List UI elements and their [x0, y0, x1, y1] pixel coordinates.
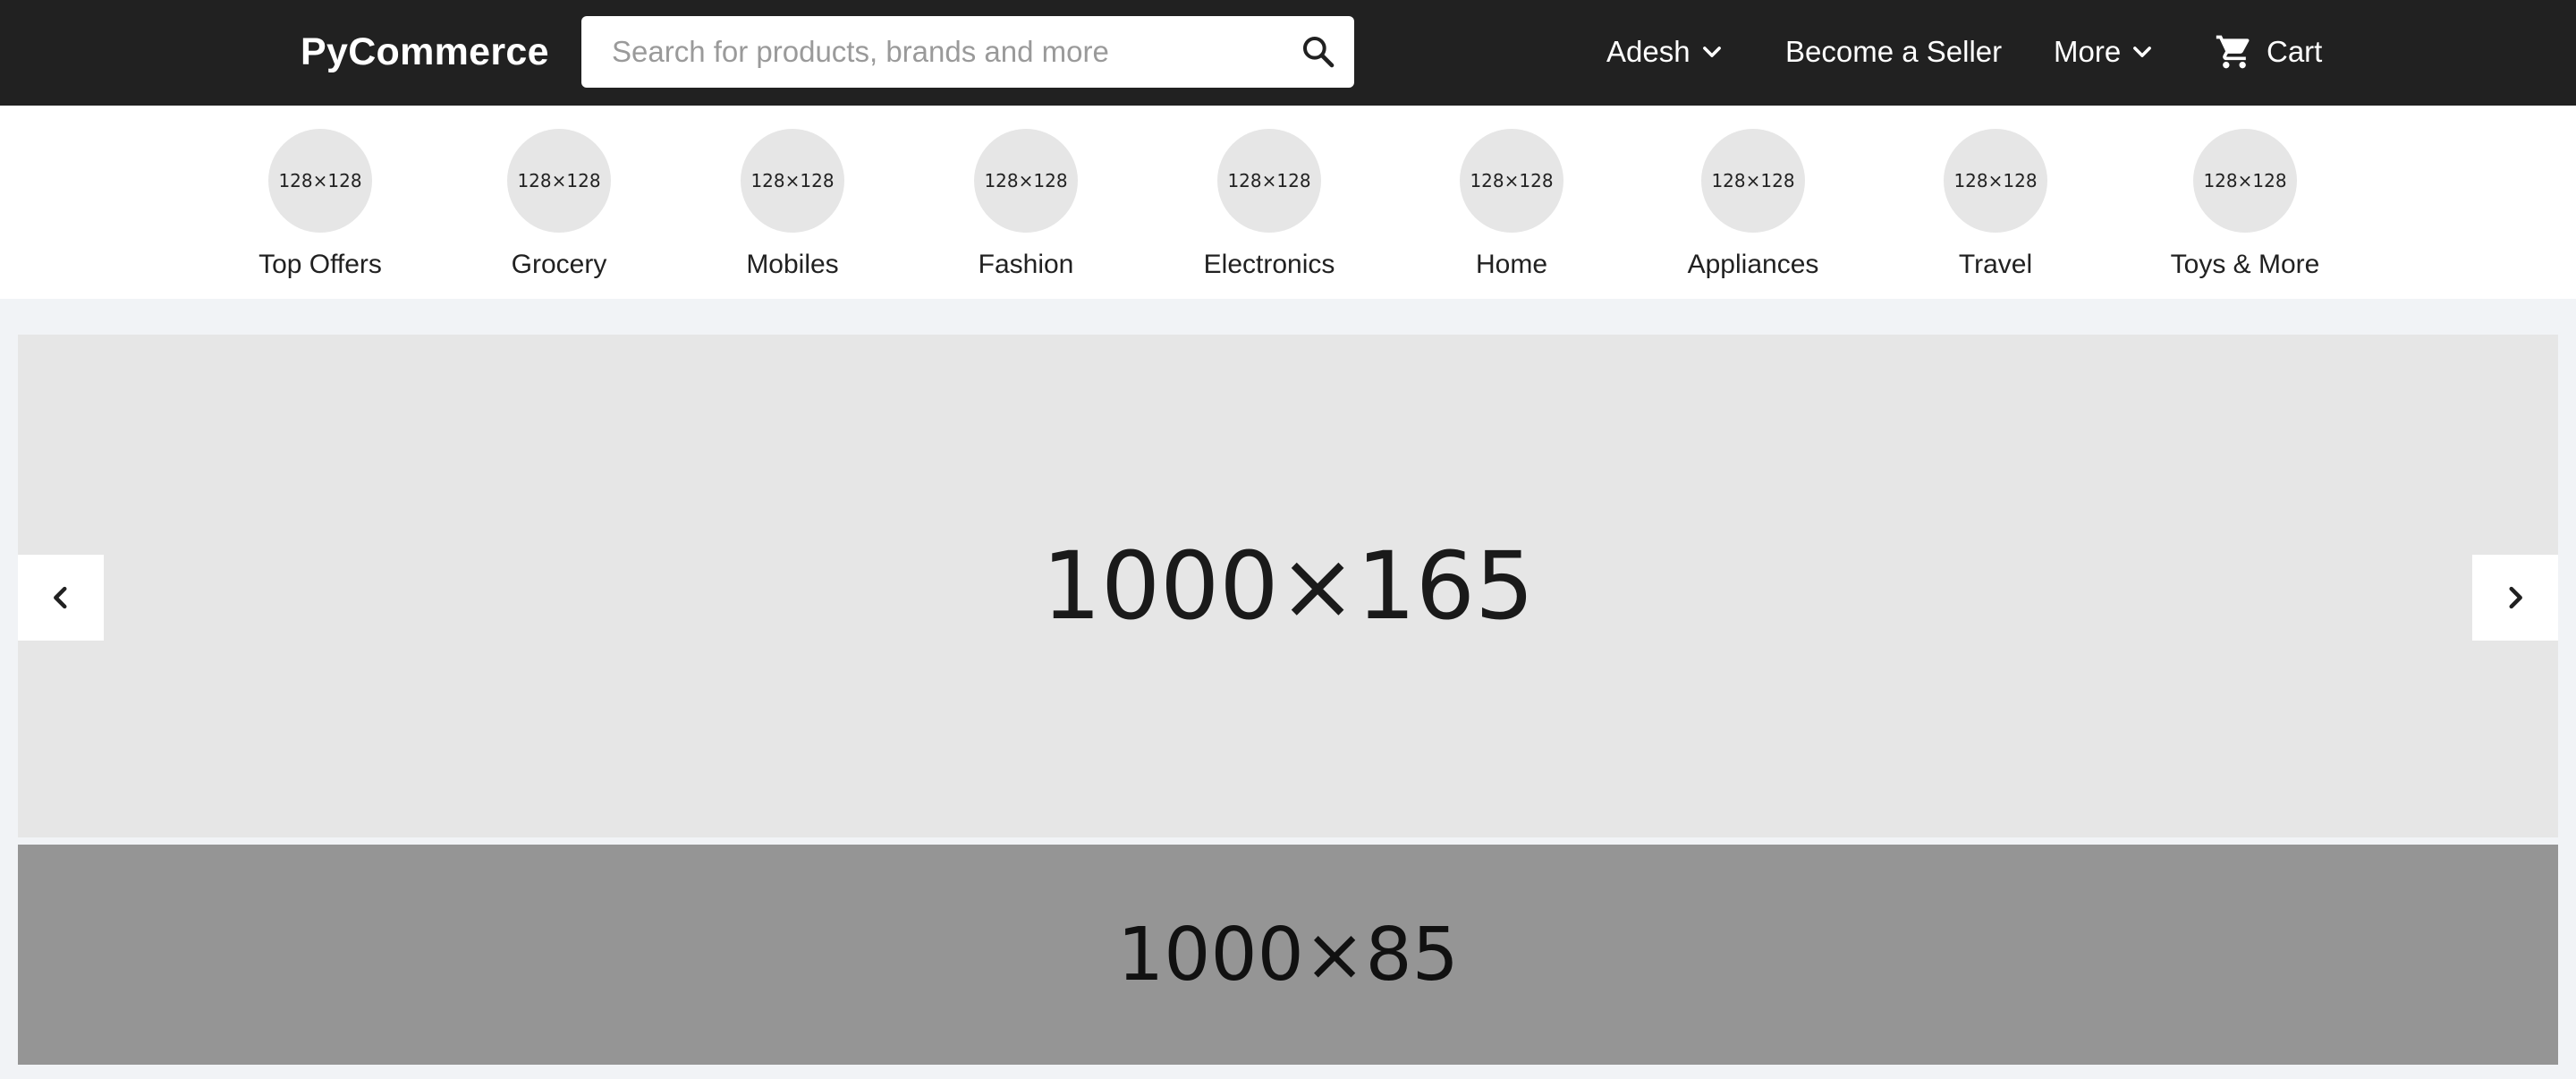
carousel-next-button[interactable] [2472, 555, 2558, 641]
category-toys-and-more[interactable]: 128×128 Toys & More [2147, 129, 2343, 281]
search-bar [581, 16, 1354, 88]
category-bar: 128×128 Top Offers 128×128 Grocery 128×1… [0, 106, 2576, 299]
category-home[interactable]: 128×128 Home [1413, 129, 1610, 281]
search-button[interactable] [1297, 30, 1340, 73]
category-label: Fashion [978, 250, 1074, 279]
category-image-placeholder: 128×128 [507, 129, 611, 233]
promo-banner[interactable]: 1000×85 [18, 845, 2558, 1065]
category-label: Toys & More [2170, 250, 2320, 279]
category-grocery[interactable]: 128×128 Grocery [461, 129, 657, 281]
category-image-placeholder: 128×128 [1944, 129, 2047, 233]
banner-image-placeholder: 1000×85 [1117, 912, 1459, 998]
category-fashion[interactable]: 128×128 Fashion [928, 129, 1124, 281]
carousel-prev-button[interactable] [18, 555, 104, 641]
become-seller-link[interactable]: Become a Seller [1785, 25, 2002, 79]
category-image-placeholder: 128×128 [1460, 129, 1563, 233]
cart-label: Cart [2267, 35, 2323, 68]
category-appliances[interactable]: 128×128 Appliances [1655, 129, 1852, 281]
category-label: Grocery [511, 250, 607, 279]
chevron-right-icon [2509, 586, 2522, 609]
category-image-placeholder: 128×128 [741, 129, 844, 233]
more-menu[interactable]: More [2054, 25, 2155, 79]
cart-icon [2216, 35, 2250, 69]
category-travel[interactable]: 128×128 Travel [1897, 129, 2094, 281]
category-image-placeholder: 128×128 [974, 129, 1078, 233]
category-label: Electronics [1203, 250, 1335, 279]
category-image-placeholder: 128×128 [2193, 129, 2297, 233]
hero-carousel[interactable]: 1000×165 [18, 335, 2558, 837]
search-icon [1303, 37, 1335, 68]
category-image-placeholder: 128×128 [1701, 129, 1805, 233]
category-electronics[interactable]: 128×128 Electronics [1171, 129, 1368, 281]
user-name-label: Adesh [1606, 35, 1690, 68]
category-label: Home [1475, 250, 1548, 279]
category-image-placeholder: 128×128 [1217, 129, 1321, 233]
site-logo[interactable]: PyCommerce [301, 25, 549, 79]
top-header: PyCommerce Adesh Become a Seller More Ca… [0, 0, 2576, 106]
carousel-image-placeholder: 1000×165 [1041, 531, 1535, 641]
category-label: Mobiles [746, 250, 839, 279]
category-label: Top Offers [258, 250, 382, 279]
cart-link[interactable]: Cart [2215, 25, 2322, 79]
category-top-offers[interactable]: 128×128 Top Offers [222, 129, 419, 281]
category-mobiles[interactable]: 128×128 Mobiles [694, 129, 891, 281]
category-image-placeholder: 128×128 [268, 129, 372, 233]
category-label: Appliances [1687, 250, 1819, 279]
chevron-down-icon [1702, 47, 1721, 57]
more-label: More [2054, 35, 2122, 68]
chevron-down-icon [2133, 47, 2152, 57]
chevron-left-icon [54, 586, 67, 609]
user-menu[interactable]: Adesh [1606, 25, 1724, 79]
search-input[interactable] [612, 16, 1274, 88]
category-label: Travel [1958, 250, 2033, 279]
